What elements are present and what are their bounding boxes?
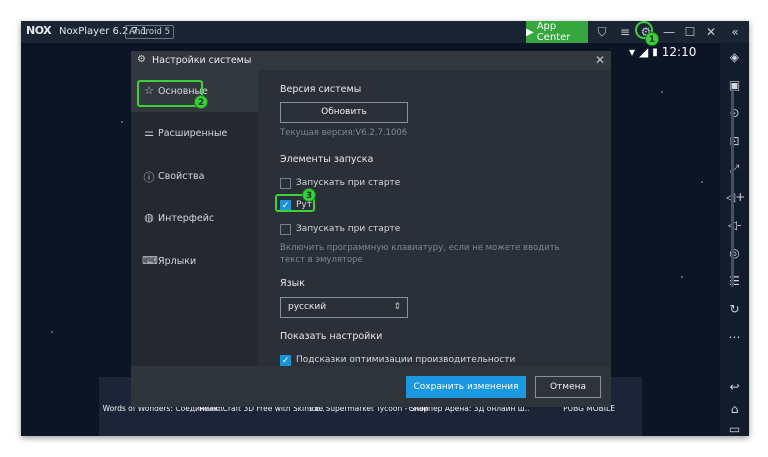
toolbar-volume-up-icon[interactable]: ◁+	[726, 189, 745, 206]
gear-icon: ⚙	[137, 54, 146, 65]
nav-item-label: Интерфейс	[158, 213, 215, 224]
system-version-title: Версия системы	[280, 84, 362, 95]
android-home-icon[interactable]: ⌂	[726, 401, 743, 418]
settings-scrollbar[interactable]	[731, 91, 734, 287]
checkbox-checked[interactable]: ✓	[280, 354, 291, 366]
android-recents-icon[interactable]: ▭	[726, 421, 743, 436]
play-store-icon: ▶	[526, 26, 534, 38]
background-star	[121, 121, 123, 123]
background-star	[681, 276, 683, 278]
right-toolbar: ◈ ▣ ⊙ ⊡ ⤢ ◁+ ◁- ◎ ☰ ↻ ⋯ ↩ ⌂ ▭	[720, 43, 749, 436]
nav-item-label: Расширенные	[158, 128, 228, 139]
annotation-badge-2: 2	[194, 95, 208, 109]
sliders-icon: ⚌	[144, 126, 154, 139]
keyboard-note: Включить программную клавиатуру, если не…	[280, 243, 560, 265]
save-changes-button[interactable]: Сохранить изменения	[406, 376, 526, 398]
launch-items-title: Элементы запуска	[280, 154, 374, 165]
checkbox-label: Запускать при старте	[296, 178, 401, 188]
toolbar-screen-icon[interactable]: ▣	[726, 77, 743, 94]
keyboard-icon: ⌨	[142, 254, 158, 267]
clock: 12:10	[661, 45, 697, 59]
menu-icon[interactable]: ≡	[617, 23, 633, 41]
toolbar-volume-down-icon[interactable]: ◁-	[726, 217, 743, 234]
toolbar-more-icon[interactable]: ⋯	[726, 329, 743, 346]
app-center-button[interactable]: ▶ App Center	[526, 21, 588, 43]
nav-item-shortcuts[interactable]: ⌨ Ярлыки	[131, 240, 258, 282]
toolbar-apk-icon[interactable]: ☰	[726, 273, 743, 290]
checkbox-label: Запускать при старте	[296, 224, 401, 234]
checkbox-label: Подсказки оптимизации производительности	[296, 355, 516, 365]
settings-nav: ☆ Основные ⚌ Расширенные ⓘ Свойства ◍ Ин…	[131, 70, 258, 366]
checkbox-unchecked[interactable]	[280, 223, 291, 235]
toolbar-location-icon[interactable]: ⊙	[726, 105, 743, 122]
minimize-icon[interactable]: —	[661, 23, 677, 41]
nav-item-advanced[interactable]: ⚌ Расширенные	[131, 112, 258, 154]
toolbar-diamond-icon[interactable]: ◈	[726, 49, 743, 66]
perf-hints-row[interactable]: ✓ Подсказки оптимизации производительнос…	[280, 354, 515, 366]
app-center-label: App Center	[536, 21, 571, 43]
annotation-badge-3: 3	[302, 188, 316, 202]
update-button[interactable]: Обновить	[280, 102, 408, 123]
close-icon[interactable]: ✕	[703, 23, 719, 41]
collapse-sidebar-icon[interactable]: «	[727, 23, 743, 41]
current-version-text: Текущая версия:V6.2.7.1006	[280, 128, 408, 138]
toolbar-refresh-icon[interactable]: ↻	[726, 301, 743, 318]
dialog-close-icon[interactable]: ✕	[595, 53, 605, 67]
nav-item-label: Свойства	[158, 171, 205, 182]
language-title: Язык	[280, 278, 305, 289]
nox-logo: NOX	[26, 24, 52, 37]
cancel-button[interactable]: Отмена	[535, 376, 601, 398]
select-arrows-icon: ⇕	[393, 302, 401, 312]
nav-item-interface[interactable]: ◍ Интерфейс	[131, 197, 258, 239]
background-star	[701, 181, 703, 183]
launch-on-start-row-2[interactable]: Запускать при старте	[280, 223, 400, 235]
wifi-icon: ▾	[629, 45, 636, 59]
maximize-icon[interactable]: ☐	[682, 23, 698, 41]
annotation-badge-1: 1	[645, 32, 659, 46]
background-star	[661, 91, 663, 93]
signal-icon: ◢	[639, 45, 649, 59]
battery-icon: ▮	[652, 46, 658, 58]
background-star	[51, 331, 53, 333]
info-icon: ⓘ	[143, 171, 155, 184]
android-back-icon[interactable]: ↩	[726, 379, 743, 396]
palette-icon: ◍	[144, 211, 154, 224]
launch-on-start-row-1[interactable]: Запускать при старте	[280, 177, 400, 189]
dialog-title: Настройки системы	[152, 55, 252, 66]
settings-content: Версия системы Обновить Текущая версия:V…	[258, 70, 734, 366]
nav-item-label: Ярлыки	[158, 256, 197, 267]
dialog-footer: Сохранить изменения Отмена	[131, 366, 611, 407]
show-settings-title: Показать настройки	[280, 331, 383, 342]
checkbox-unchecked[interactable]	[280, 177, 291, 189]
theme-shirt-icon[interactable]: ⛉	[594, 23, 610, 41]
toolbar-screenshot-icon[interactable]: ⊡	[726, 133, 743, 150]
language-value: русский	[288, 302, 327, 312]
android-version-badge: Android 5	[125, 25, 174, 39]
nav-item-properties[interactable]: ⓘ Свойства	[131, 155, 258, 197]
dialog-header: ⚙ Настройки системы ✕	[131, 51, 611, 70]
language-select[interactable]: русский ⇕	[280, 297, 408, 318]
android-status-bar: ▾ ◢ ▮ 12:10	[629, 44, 696, 60]
toolbar-record-icon[interactable]: ◎	[726, 245, 743, 262]
toolbar-fullscreen-icon[interactable]: ⤢	[726, 161, 743, 178]
